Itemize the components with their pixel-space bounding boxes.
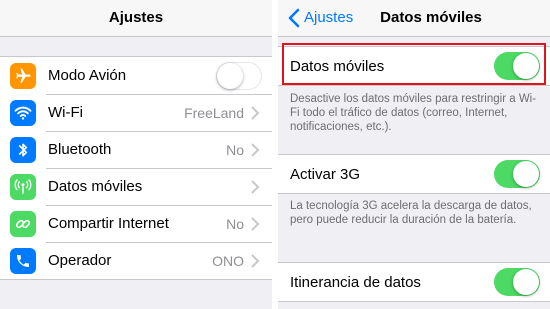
chevron-right-icon [251, 179, 260, 194]
chevron-left-icon [288, 8, 300, 28]
settings-item-operador[interactable]: Operador ONO [0, 242, 272, 279]
airplane-mode-toggle[interactable] [216, 61, 262, 90]
settings-item-wifi[interactable]: Wi-Fi FreeLand [0, 94, 272, 131]
toggle-knob [513, 161, 539, 187]
data-roaming-group: Itinerancia de datos [278, 262, 550, 302]
cellular-navbar: Ajustes Datos móviles [278, 0, 550, 37]
wifi-network-value: FreeLand [184, 104, 244, 121]
cellular-data-toggle[interactable] [494, 52, 540, 80]
toggle-knob [513, 269, 539, 295]
chevron-right-icon [251, 253, 260, 268]
settings-item-label: Datos móviles [48, 178, 143, 195]
chevron-right-icon [251, 216, 260, 231]
enable-3g-note: La tecnología 3G acelera la descarga de … [290, 200, 532, 226]
bluetooth-icon [10, 136, 36, 163]
phone-icon [10, 247, 36, 274]
carrier-value: ONO [212, 252, 244, 269]
enable-3g-row: Activar 3G [278, 155, 550, 193]
cellular-data-panel: Ajustes Datos móviles Datos móviles Desa… [278, 0, 550, 309]
airplane-icon [10, 62, 36, 89]
settings-item-bluetooth[interactable]: Bluetooth No [0, 131, 272, 168]
antenna-icon [10, 173, 36, 200]
settings-item-modo-avion: Modo Avión [0, 57, 272, 94]
cellular-data-note: Desactive los datos móviles para restrin… [290, 93, 537, 133]
settings-item-label: Bluetooth [48, 141, 112, 158]
hotspot-status-value: No [226, 215, 244, 232]
settings-item-label: Operador [48, 252, 112, 269]
settings-item-compartir-internet[interactable]: Compartir Internet No [0, 205, 272, 242]
settings-title: Ajustes [108, 9, 164, 26]
settings-item-label: Compartir Internet [48, 215, 169, 232]
settings-item-datos-moviles[interactable]: Datos móviles [0, 168, 272, 205]
link-icon [10, 210, 36, 237]
enable-3g-group: Activar 3G [278, 154, 550, 194]
data-roaming-label: Itinerancia de datos [290, 273, 421, 291]
toggle-knob [513, 53, 539, 79]
settings-panel: Ajustes Modo Avión Wi-Fi FreeLand Blueto… [0, 0, 272, 309]
enable-3g-label: Activar 3G [290, 165, 361, 183]
data-roaming-toggle[interactable] [494, 268, 540, 296]
cellular-data-label: Datos móviles [290, 57, 385, 75]
cellular-data-group: Datos móviles [278, 46, 550, 86]
chevron-right-icon [251, 105, 260, 120]
settings-navbar: Ajustes [0, 0, 272, 37]
settings-item-label: Wi-Fi [48, 104, 83, 121]
enable-3g-toggle[interactable] [494, 160, 540, 188]
cellular-data-row: Datos móviles [278, 47, 550, 85]
bluetooth-status-value: No [226, 141, 244, 158]
settings-item-label: Modo Avión [48, 67, 127, 84]
toggle-knob [217, 62, 243, 89]
cellular-title: Datos móviles [380, 9, 482, 26]
data-roaming-row: Itinerancia de datos [278, 263, 550, 301]
settings-list: Modo Avión Wi-Fi FreeLand Bluetooth No D… [0, 56, 272, 280]
chevron-right-icon [251, 142, 260, 157]
wifi-icon [10, 99, 36, 126]
